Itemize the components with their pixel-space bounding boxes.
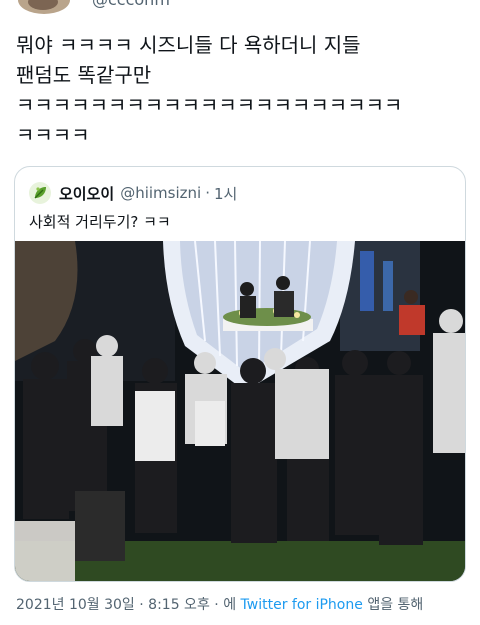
quoted-handle[interactable]: @hiimsizni (120, 184, 201, 202)
quoted-header: 오이오이 @hiimsizni · 1시 (29, 181, 237, 205)
quoted-timestamp[interactable]: 1시 (214, 183, 237, 204)
via-prefix: 에 (223, 597, 237, 613)
separator-dot: · (205, 184, 210, 202)
leaf-icon[interactable] (29, 182, 51, 204)
quoted-tweet[interactable]: 오이오이 @hiimsizni · 1시 사회적 거리두기? ㅋㅋ (14, 166, 466, 582)
tweet-line: 뭐야 ㅋㅋㅋㅋ 시즈니들 다 욕하더니 지들 (16, 33, 361, 57)
quoted-display-name[interactable]: 오이오이 (59, 183, 114, 204)
tweet-line: ㅋㅋㅋㅋㅋㅋㅋㅋㅋㅋㅋㅋㅋㅋㅋㅋㅋㅋㅋㅋㅋ (16, 93, 403, 117)
tweet-time[interactable]: 8:15 오후 (148, 597, 210, 613)
author-row: @ccconm (0, 0, 480, 16)
meta-separator: · (139, 597, 149, 613)
tweet-date[interactable]: 2021년 10월 30일 (16, 597, 135, 613)
tweet-line: 팬덤도 똑같구만 (16, 63, 152, 87)
tweet-metadata: 2021년 10월 30일 · 8:15 오후 · 에 Twitter for … (16, 594, 423, 614)
tweet-text: 뭐야 ㅋㅋㅋㅋ 시즈니들 다 욕하더니 지들 팬덤도 똑같구만 ㅋㅋㅋㅋㅋㅋㅋㅋ… (16, 30, 466, 150)
meta-separator: · (214, 597, 224, 613)
quoted-text: 사회적 거리두기? ㅋㅋ (29, 213, 171, 231)
client-link[interactable]: Twitter for iPhone (241, 597, 363, 613)
avatar[interactable] (18, 0, 70, 14)
tweet-line: ㅋㅋㅋㅋ (16, 123, 90, 147)
via-suffix: 앱을 통해 (367, 597, 424, 613)
author-handle[interactable]: @ccconm (92, 0, 170, 9)
concert-photo[interactable] (15, 241, 466, 582)
